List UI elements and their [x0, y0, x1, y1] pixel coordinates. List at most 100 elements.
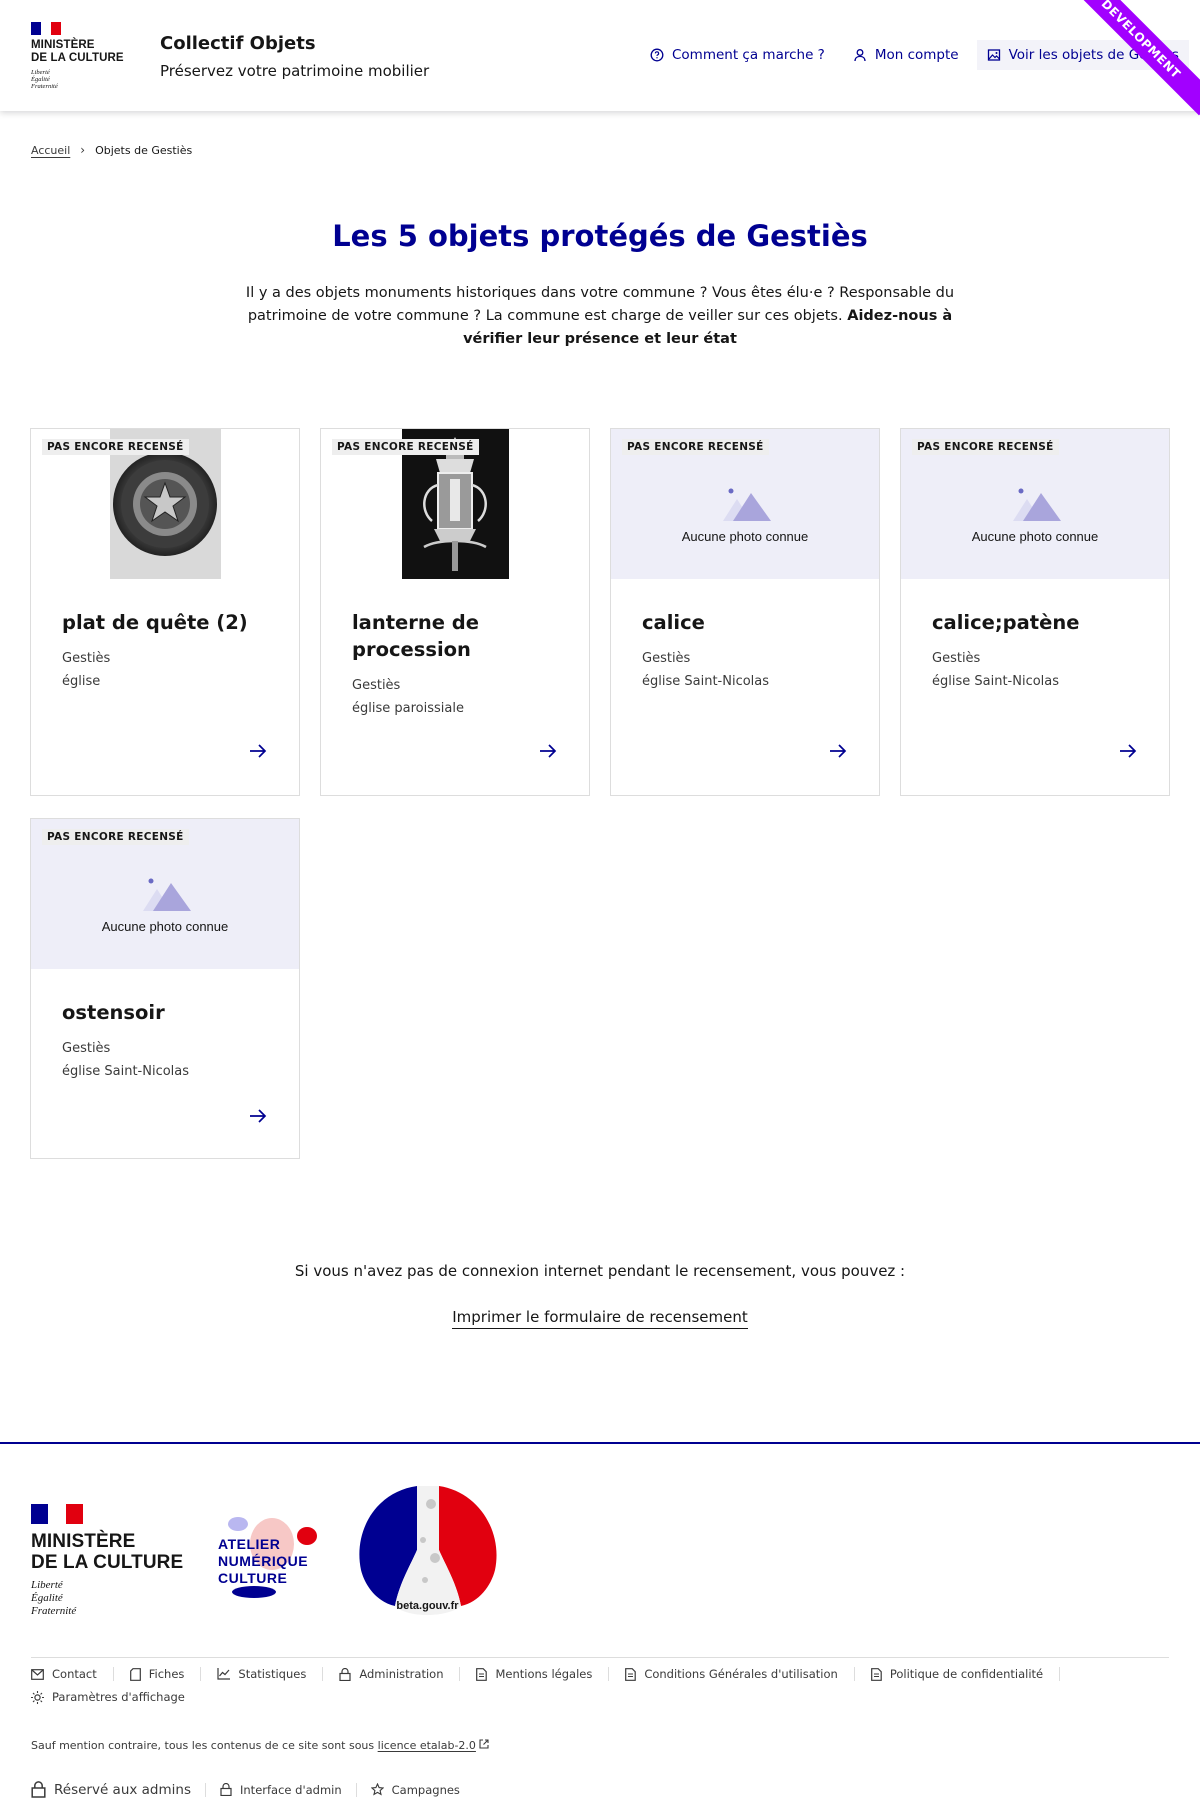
no-photo-text: Aucune photo connue — [681, 528, 809, 544]
card-body: calice;patène Gestiès église Saint-Nicol… — [901, 579, 1169, 693]
separator — [853, 1667, 855, 1681]
anc-text: ATELIER NUMÉRIQUE CULTURE — [218, 1536, 308, 1587]
footer-link-display-settings[interactable]: Paramètres d'affichage — [31, 1690, 185, 1704]
card-image-area: PAS ENCORE RECENSÉ Aucune photo connue — [31, 819, 299, 969]
object-card[interactable]: PAS ENCORE RECENSÉ plat de quête (2) Ges… — [30, 428, 300, 796]
external-link-icon — [479, 1739, 489, 1749]
footer-links: Contact Fiches Statistiques Administrati… — [31, 1657, 1169, 1713]
beta-gouv-logo[interactable]: beta.gouv.fr — [355, 1484, 500, 1629]
footer-ministry-line-1: Ministère — [31, 1531, 136, 1552]
admin-reserved-label: Réservé aux admins — [54, 1781, 191, 1798]
arrow-right-icon[interactable] — [829, 743, 847, 759]
campaigns-link[interactable]: Campagnes — [370, 1782, 460, 1797]
ministry-name: Ministère de la Culture — [31, 39, 124, 65]
footer-link-confidentialite-label: Politique de confidentialité — [889, 1667, 1044, 1681]
footer-link-statistiques[interactable]: Statistiques — [217, 1667, 339, 1681]
arrow-right-icon[interactable] — [1119, 743, 1137, 759]
license-link[interactable]: licence etalab-2.0 — [378, 1739, 476, 1752]
card-body: calice Gestiès église Saint-Nicolas — [611, 579, 879, 693]
atelier-numerique-culture-logo[interactable]: ATELIER NUMÉRIQUE CULTURE — [210, 1506, 320, 1606]
card-commune: Gestiès — [62, 651, 111, 666]
service-tagline: Préservez votre patrimoine mobilier — [160, 62, 430, 80]
status-badge: PAS ENCORE RECENSÉ — [42, 829, 189, 845]
card-commune: Gestiès — [932, 651, 981, 666]
no-photo-icon — [1013, 488, 1061, 521]
footer-link-mentions-legales[interactable]: Mentions légales — [476, 1667, 625, 1681]
footer-ministry-logo[interactable]: Ministère de la Culture Liberté Égalité … — [31, 1504, 183, 1618]
card-edifice: église Saint-Nicolas — [62, 1064, 190, 1079]
footer-devise-egalite: Égalité — [31, 1592, 63, 1604]
card-meta: Gestiès église — [62, 647, 268, 693]
ministry-line-2: de la Culture — [31, 52, 124, 64]
footer-devise-liberte: Liberté — [31, 1579, 63, 1591]
mail-icon — [31, 1668, 44, 1680]
card-body: lanterne de procession Gestiès église pa… — [321, 579, 589, 720]
sun-icon — [31, 1690, 44, 1704]
license-text: Sauf mention contraire, tous les contenu… — [31, 1739, 489, 1752]
arrow-right-icon[interactable] — [539, 743, 557, 759]
arrow-right-icon[interactable] — [249, 743, 267, 759]
object-card[interactable]: PAS ENCORE RECENSÉ Aucune photo connue c… — [900, 428, 1170, 796]
arrow-right-icon[interactable] — [249, 1108, 267, 1124]
footer-link-fiches[interactable]: Fiches — [129, 1667, 218, 1681]
nav-my-account[interactable]: Mon compte — [843, 40, 969, 70]
admin-interface-link[interactable]: Interface d'admin — [220, 1783, 342, 1797]
separator — [1059, 1667, 1061, 1681]
object-card[interactable]: PAS ENCORE RECENSÉ lanterne de processio… — [320, 428, 590, 796]
footer-devise-fraternite: Fraternité — [31, 1605, 77, 1617]
object-card[interactable]: PAS ENCORE RECENSÉ Aucune photo connue o… — [30, 818, 300, 1159]
status-badge: PAS ENCORE RECENSÉ — [332, 439, 479, 455]
footer-link-confidentialite[interactable]: Politique de confidentialité — [870, 1667, 1076, 1681]
separator — [608, 1667, 610, 1681]
footer-devise: Liberté Égalité Fraternité — [31, 1579, 183, 1618]
no-photo-icon — [143, 878, 191, 911]
footer-link-administration[interactable]: Administration — [339, 1667, 476, 1681]
breadcrumb-current: Objets de Gestiès — [95, 143, 193, 157]
footer-link-cgu[interactable]: Conditions Générales d'utilisation — [625, 1667, 870, 1681]
card-image-area: PAS ENCORE RECENSÉ — [31, 429, 299, 579]
breadcrumb: Accueil › Objets de Gestiès — [31, 143, 192, 157]
nav-my-account-label: Mon compte — [874, 47, 959, 63]
card-body: ostensoir Gestiès église Saint-Nicolas — [31, 969, 299, 1083]
card-edifice: église Saint-Nicolas — [642, 674, 770, 689]
nav-how-it-works[interactable]: Comment ça marche ? — [640, 40, 835, 70]
separator — [112, 1667, 114, 1681]
user-icon — [854, 49, 866, 62]
ministry-logo[interactable]: Ministère de la Culture Liberté Égalité … — [31, 22, 124, 90]
footer-link-mentions-legales-label: Mentions légales — [495, 1667, 593, 1681]
campaigns-label: Campagnes — [391, 1782, 460, 1797]
footer-link-contact[interactable]: Contact — [31, 1667, 130, 1681]
card-image-area: PAS ENCORE RECENSÉ Aucune photo connue — [901, 429, 1169, 579]
status-badge: PAS ENCORE RECENSÉ — [912, 439, 1059, 455]
anc-line-1: ATELIER — [218, 1536, 281, 1552]
print-form-link-label[interactable]: Imprimer le formulaire de recensement — [452, 1308, 748, 1329]
admin-row: Réservé aux admins Interface d'admin Cam… — [31, 1781, 460, 1798]
campaign-icon — [370, 1783, 384, 1796]
no-photo-text: Aucune photo connue — [971, 528, 1099, 544]
separator — [205, 1782, 206, 1797]
footer-link-display-settings-label: Paramètres d'affichage — [52, 1690, 185, 1704]
file-text-icon — [870, 1667, 882, 1681]
service-title-block[interactable]: Collectif Objets Préservez votre patrimo… — [160, 32, 429, 82]
admin-reserved: Réservé aux admins — [31, 1781, 191, 1798]
card-title: plat de quête (2) — [62, 611, 248, 634]
card-edifice: église — [62, 674, 101, 689]
status-badge: PAS ENCORE RECENSÉ — [42, 439, 189, 455]
object-card[interactable]: PAS ENCORE RECENSÉ Aucune photo connue c… — [610, 428, 880, 796]
card-commune: Gestiès — [642, 651, 691, 666]
marianne-flag — [31, 22, 61, 35]
devise: Liberté Égalité Fraternité — [31, 69, 124, 90]
card-meta: Gestiès église Saint-Nicolas — [62, 1037, 268, 1083]
card-body: plat de quête (2) Gestiès église — [31, 579, 299, 693]
header-nav: Comment ça marche ? Mon compte Voir les … — [640, 40, 1197, 70]
card-title: lanterne de procession — [352, 611, 479, 661]
separator — [200, 1667, 202, 1681]
document-icon — [129, 1667, 141, 1681]
devise-fraternite: Fraternité — [31, 83, 58, 90]
service-title: Collectif Objets — [160, 33, 316, 54]
marianne-flag — [31, 1504, 83, 1524]
breadcrumb-home[interactable]: Accueil — [31, 144, 70, 157]
card-title: calice;patène — [932, 611, 1080, 634]
card-title: calice — [642, 611, 705, 634]
print-form-link: Imprimer le formulaire de recensement — [0, 1308, 1200, 1329]
